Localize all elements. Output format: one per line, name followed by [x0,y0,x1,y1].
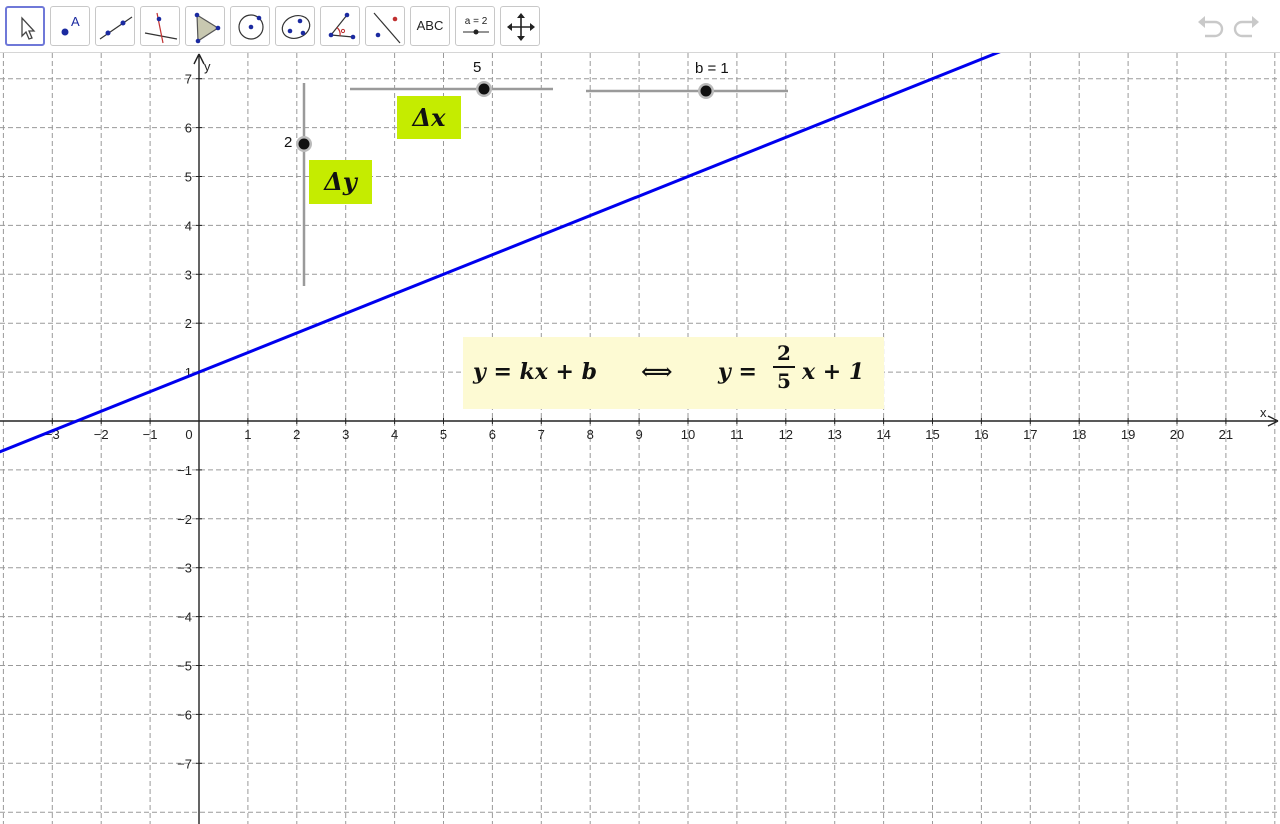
x-tick-label: 19 [1121,427,1135,442]
circle-tool-button[interactable] [230,6,270,46]
angle-icon [328,12,356,40]
y-tick-label: 5 [185,170,192,185]
undo-button[interactable] [1195,12,1225,42]
x-tick-label: −2 [94,427,109,442]
move-graphics-view-tool-button[interactable] [500,6,540,46]
angle-tool-button[interactable] [320,6,360,46]
x-tick-label: −1 [143,427,158,442]
x-tick-label: 21 [1219,427,1233,442]
y-tick-label: −6 [177,707,192,722]
text-tool-button[interactable]: ABC [410,6,450,46]
delta-x-slider-handle[interactable] [478,83,490,95]
ellipse-icon [281,15,311,39]
cursor-arrow-icon [21,16,36,40]
toolbar: A ABC a = 2 [0,0,1280,53]
x-tick-label: 4 [391,427,398,442]
redo-icon [1233,16,1259,38]
circle-center-point-icon [238,14,264,40]
y-tick-label: −7 [177,756,192,771]
slider-tool-label: a = 2 [465,16,488,27]
slope-fraction: 2 5 [773,341,795,393]
delta-x-label[interactable]: Δx [397,96,461,139]
x-tick-label: 2 [293,427,300,442]
y-tick-label: 4 [185,218,192,233]
x-tick-label: 6 [489,427,496,442]
delta-x-slider[interactable] [350,81,553,97]
y-tick-label: 3 [185,267,192,282]
reflect-about-line-icon [373,12,401,44]
x-tick-label: 13 [827,427,841,442]
general-line-equation: y = kx + b [473,359,598,385]
b-slider-value: b = 1 [695,60,729,77]
equivalence-arrow: ⟺ [641,359,673,385]
x-tick-label: 16 [974,427,988,442]
line-tool-button[interactable] [95,6,135,46]
line-through-two-points-icon [99,16,133,40]
x-tick-label: 9 [635,427,642,442]
delta-y-slider-handle[interactable] [298,138,310,150]
slope-denominator: 5 [777,369,791,393]
x-tick-label: 17 [1023,427,1037,442]
x-tick-label: 5 [440,427,447,442]
y-tick-label: 7 [185,72,192,87]
polygon-tool-button[interactable] [185,6,225,46]
graphics-view[interactable]: xy −3 −2 −1 0 1 2 3 4 5 6 7 8 9 10 11 12 13 14 15 16 17 18 19 2… [0,53,1280,824]
perpendicular-tool-button[interactable] [140,6,180,46]
x-axis-label: x [1260,405,1267,420]
y-tick-label: −5 [177,659,192,674]
point-tool-label: A [71,14,80,29]
move-arrows-icon [507,13,535,41]
x-tick-label: 20 [1170,427,1184,442]
x-tick-label: 10 [681,427,695,442]
conic-tool-button[interactable] [275,6,315,46]
coordinate-plane[interactable]: xy −3 −2 −1 0 1 2 3 4 5 6 7 8 9 10 11 12 13 14 15 16 17 18 19 2… [0,53,1280,824]
text-tool-label: ABC [416,18,444,33]
formula-box[interactable]: y = kx + b ⟺ y = 2 5 x + 1 [463,337,884,409]
slider-tool-button[interactable]: a = 2 [455,6,495,46]
slope-numerator: 2 [777,341,791,365]
x-tick-label: 15 [925,427,939,442]
y-tick-label: −3 [177,561,192,576]
y-tick-label: −2 [177,512,192,527]
undo-icon [1198,16,1224,38]
y-tick-label: −4 [177,610,192,625]
x-tick-label: 11 [730,427,744,442]
polygon-icon [194,12,221,44]
delta-y-slider-value: 2 [284,134,293,151]
perpendicular-line-icon [144,12,178,44]
x-tick-label: 18 [1072,427,1086,442]
move-tool-button[interactable] [5,6,45,46]
reflect-tool-button[interactable] [365,6,405,46]
x-tick-label: 0 [185,427,192,442]
delta-x-slider-value: 5 [473,59,482,76]
specific-equation-lhs: y = [718,359,757,385]
x-tick-label: 3 [342,427,349,442]
b-slider-handle[interactable] [700,85,712,97]
point-with-label-icon: A [61,14,80,36]
x-tick-label: 1 [244,427,251,442]
fraction-bar [773,366,795,368]
x-tick-label: 7 [538,427,545,442]
x-tick-label: 14 [876,427,890,442]
y-tick-label: 6 [185,121,192,136]
specific-equation-rhs: x + 1 [802,359,865,385]
x-tick-label: 8 [587,427,594,442]
y-axis-label: y [204,59,211,74]
y-tick-label: 2 [185,316,192,331]
point-tool-button[interactable]: A [50,6,90,46]
y-tick-label: −1 [177,463,192,478]
delta-y-label[interactable]: Δy [309,160,372,204]
slider-icon: a = 2 [463,16,489,35]
redo-button[interactable] [1232,12,1262,42]
b-slider[interactable] [586,83,788,99]
x-tick-label: 12 [779,427,793,442]
